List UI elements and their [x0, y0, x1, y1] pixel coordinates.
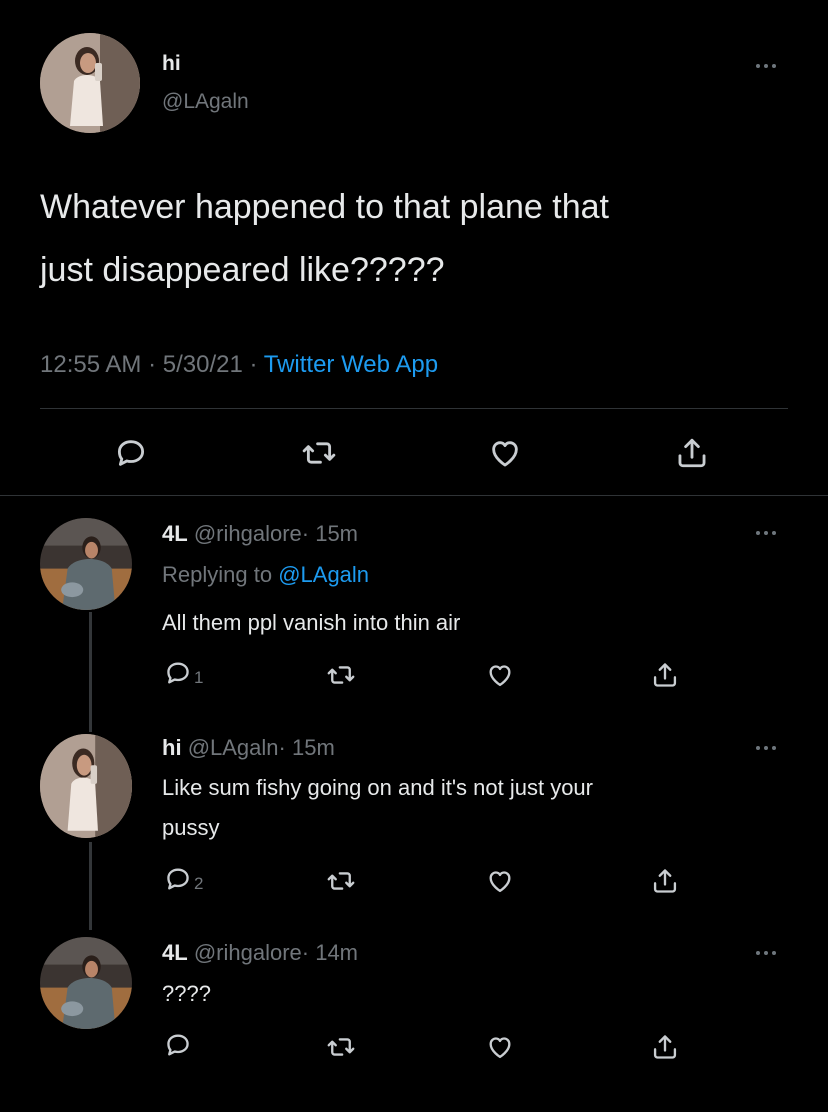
reply-handle[interactable]: @rihgalore — [194, 521, 302, 546]
more-icon[interactable] — [756, 951, 776, 955]
share-icon[interactable] — [651, 661, 679, 689]
share-icon[interactable] — [651, 867, 679, 895]
reply-display-name[interactable]: 4L — [162, 940, 188, 965]
meta-separator: · — [301, 940, 310, 965]
avatar[interactable] — [40, 518, 132, 610]
reply-text: ???? — [162, 981, 211, 1006]
share-icon[interactable] — [675, 436, 709, 470]
thread-line — [89, 612, 92, 732]
retweet-icon[interactable] — [326, 867, 356, 895]
replying-to-label: Replying to — [162, 562, 273, 587]
reply-handle[interactable]: @rihgalore — [194, 940, 302, 965]
avatar[interactable] — [40, 734, 132, 838]
reply-age[interactable]: 14m — [315, 940, 358, 965]
meta-separator: · — [249, 351, 258, 378]
meta-separator: · — [278, 735, 286, 760]
like-icon[interactable] — [486, 867, 514, 895]
reply-age[interactable]: 15m — [315, 521, 358, 546]
meta-separator: · — [148, 351, 157, 378]
reply-count: 2 — [194, 874, 204, 893]
retweet-icon[interactable] — [301, 436, 337, 470]
reply-display-name[interactable]: 4L — [162, 521, 188, 546]
retweet-icon[interactable] — [326, 1033, 356, 1061]
reply-count: 1 — [194, 668, 204, 687]
share-icon[interactable] — [651, 1033, 679, 1061]
like-icon[interactable] — [486, 1033, 514, 1061]
tweet-meta: 12:55 AM · 5/30/21 · Twitter Web App — [40, 351, 438, 379]
reply-text: All them ppl vanish into thin air — [162, 610, 461, 635]
reply-icon[interactable] — [114, 436, 148, 470]
reply-icon[interactable] — [164, 1031, 192, 1059]
like-icon[interactable] — [486, 661, 514, 689]
avatar[interactable] — [40, 33, 140, 133]
tweet-time[interactable]: 12:55 AM — [40, 351, 141, 378]
reply-header: 4L @rihgalore· 14m — [162, 940, 358, 966]
reply-age[interactable]: 15m — [292, 735, 335, 760]
reply-header: 4L @rihgalore· 15m — [162, 521, 358, 547]
divider — [0, 495, 828, 496]
main-display-name[interactable]: hi — [162, 52, 181, 76]
main-tweet-text-line2: just disappeared like????? — [40, 251, 445, 289]
more-icon[interactable] — [756, 64, 776, 68]
tweet-date[interactable]: 5/30/21 — [163, 351, 243, 378]
like-icon[interactable] — [488, 436, 522, 470]
more-icon[interactable] — [756, 531, 776, 535]
divider — [40, 408, 788, 409]
reply-display-name[interactable]: hi — [162, 735, 182, 760]
reply-text-line2: pussy — [162, 815, 220, 840]
tweet-source[interactable]: Twitter Web App — [264, 351, 438, 378]
reply-icon[interactable] — [164, 865, 192, 893]
main-handle[interactable]: @LAgaln — [162, 90, 249, 114]
reply-header: hi @LAgaln· 15m — [162, 735, 335, 761]
retweet-icon[interactable] — [326, 661, 356, 689]
meta-separator: · — [301, 521, 310, 546]
replying-to-handle[interactable]: @LAgaln — [278, 562, 369, 587]
reply-text-line1: Like sum fishy going on and it's not jus… — [162, 775, 593, 800]
avatar[interactable] — [40, 937, 132, 1029]
replying-to: Replying to @LAgaln — [162, 562, 369, 588]
reply-icon[interactable] — [164, 659, 192, 687]
reply-handle[interactable]: @LAgaln — [188, 735, 279, 760]
thread-line — [89, 842, 92, 930]
more-icon[interactable] — [756, 746, 776, 750]
main-tweet-text-line1: Whatever happened to that plane that — [40, 188, 609, 226]
